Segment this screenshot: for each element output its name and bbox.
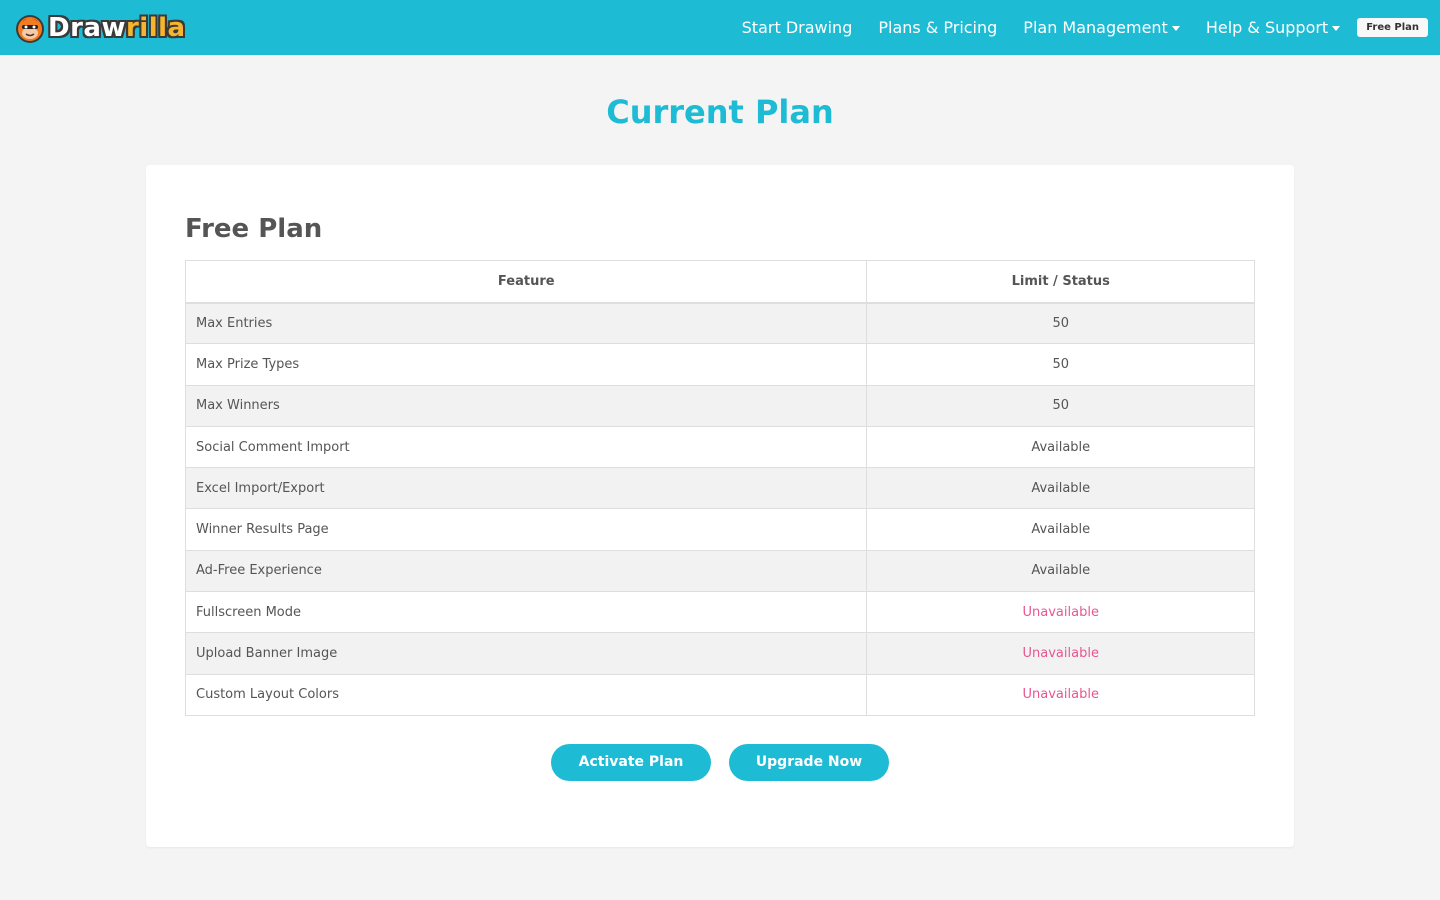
status-cell: 50 (866, 384, 1255, 427)
nav-plan-management-label: Plan Management (1023, 18, 1168, 37)
table-row: Winner Results Page Available (184, 508, 1255, 551)
plan-badge[interactable]: Free Plan (1357, 18, 1428, 37)
table-row: Upload Banner Image Unavailable (184, 632, 1255, 675)
brand-name-part2: rilla (125, 12, 186, 43)
feature-cell: Upload Banner Image (184, 632, 868, 675)
page-title: Current Plan (606, 93, 834, 131)
nav-links: Start Drawing Plans & Pricing Plan Manag… (742, 0, 1428, 55)
status-cell: Unavailable (866, 673, 1255, 716)
status-cell: Unavailable (866, 591, 1255, 634)
feature-cell: Fullscreen Mode (184, 591, 868, 634)
feature-cell: Max Entries (184, 301, 868, 345)
caret-down-icon (1332, 25, 1341, 31)
column-header-feature: Feature (184, 260, 868, 304)
table-row: Max Prize Types 50 (184, 343, 1255, 386)
gorilla-mascot-icon (16, 14, 44, 43)
status-cell: 50 (866, 343, 1255, 386)
status-cell: Available (866, 467, 1255, 510)
table-row: Custom Layout Colors Unavailable (184, 673, 1255, 716)
plan-actions: Activate Plan Upgrade Now (185, 743, 1255, 781)
upgrade-now-button[interactable]: Upgrade Now (729, 743, 889, 781)
nav-start-drawing-label: Start Drawing (741, 18, 853, 37)
brand-logo[interactable]: Drawrilla (14, 0, 186, 55)
status-cell: Available (866, 549, 1255, 593)
brand-name: Drawrilla (48, 15, 186, 41)
table-row: Max Entries 50 (184, 301, 1255, 345)
feature-cell: Max Winners (184, 384, 868, 427)
feature-cell: Winner Results Page (184, 508, 868, 551)
table-row: Fullscreen Mode Unavailable (184, 591, 1255, 634)
table-row: Max Winners 50 (184, 384, 1255, 427)
nav-start-drawing[interactable]: Start Drawing (742, 18, 853, 37)
feature-cell: Social Comment Import (184, 425, 868, 469)
plan-features-table: Feature Limit / Status Max Entries 50 Max… (184, 260, 1255, 716)
nav-plans-pricing-label: Plans & Pricing (878, 18, 998, 37)
nav-plan-management[interactable]: Plan Management (1023, 18, 1180, 37)
nav-help-support[interactable]: Help & Support (1205, 18, 1341, 37)
feature-cell: Ad-Free Experience (184, 549, 868, 593)
brand-name-part1: Draw (48, 12, 126, 43)
feature-cell: Excel Import/Export (184, 467, 868, 510)
nav-help-support-label: Help & Support (1205, 18, 1329, 37)
table-row: Excel Import/Export Available (184, 467, 1255, 510)
table-row: Social Comment Import Available (184, 425, 1255, 469)
status-cell: Available (866, 425, 1255, 469)
table-header-row: Feature Limit / Status (184, 260, 1255, 304)
nav-plans-pricing[interactable]: Plans & Pricing (878, 18, 997, 37)
activate-plan-button[interactable]: Activate Plan (551, 743, 711, 781)
status-cell: Available (866, 508, 1255, 551)
feature-cell: Custom Layout Colors (184, 673, 868, 716)
column-header-status: Limit / Status (866, 260, 1255, 304)
status-cell: Unavailable (866, 632, 1255, 675)
plan-name: Free Plan (185, 214, 323, 244)
plan-card: Free Plan Feature Limit / Status Max Ent… (146, 165, 1294, 847)
table-row: Ad-Free Experience Available (184, 549, 1255, 593)
feature-cell: Max Prize Types (184, 343, 868, 386)
caret-down-icon (1171, 25, 1180, 31)
navbar: Drawrilla Start Drawing Plans & Pricing … (0, 0, 1440, 55)
status-cell: 50 (866, 301, 1255, 345)
